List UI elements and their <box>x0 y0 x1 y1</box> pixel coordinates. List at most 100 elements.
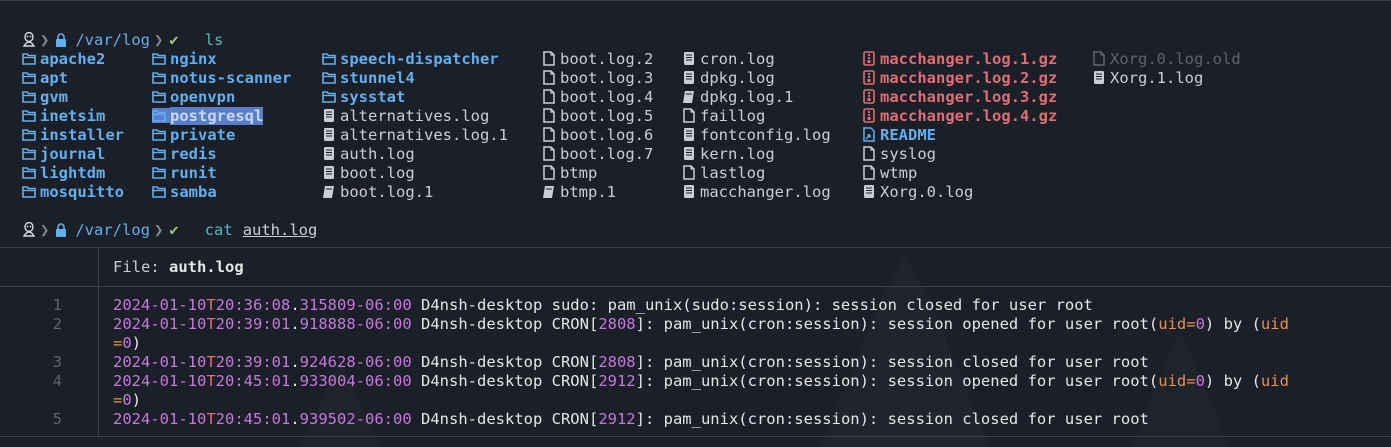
log-token: D4nsh-desktop CRON[ <box>411 353 599 371</box>
ls-entry[interactable]: openvpn <box>152 87 291 106</box>
entry-name: auth.log <box>340 144 415 163</box>
ls-entry[interactable]: boot.log.2 <box>542 49 653 68</box>
ls-entry[interactable]: boot.log.6 <box>542 125 653 144</box>
ls-entry[interactable]: alternatives.log.1 <box>322 125 508 144</box>
ls-entry[interactable]: samba <box>152 182 291 201</box>
entry-name: boot.log.7 <box>560 144 654 163</box>
folder-icon <box>152 110 166 122</box>
ls-entry[interactable]: lightdm <box>22 163 124 182</box>
ls-entry[interactable]: dpkg.log.1 <box>682 87 831 106</box>
log-token: ) by ( <box>1204 372 1261 390</box>
chevron-right-icon: ❯ <box>40 30 50 49</box>
entry-name: notus-scanner <box>170 68 292 87</box>
ls-entry[interactable]: fontconfig.log <box>682 125 831 144</box>
log-token: uid <box>1260 372 1289 390</box>
file-icon <box>543 70 555 85</box>
command-argument[interactable]: auth.log <box>243 221 318 239</box>
ls-entry[interactable]: kern.log <box>682 144 831 163</box>
log-token: 0 <box>1195 315 1205 333</box>
ls-entry[interactable]: journal <box>22 144 124 163</box>
ls-entry[interactable]: runit <box>152 163 291 182</box>
ls-entry[interactable]: private <box>152 125 291 144</box>
ls-entry[interactable]: Xorg.0.log <box>862 182 1057 201</box>
archive-icon <box>863 89 875 104</box>
ls-entry[interactable]: lastlog <box>682 163 831 182</box>
ls-entry[interactable]: macchanger.log <box>682 182 831 201</box>
log-token: 939502 <box>299 410 356 428</box>
ls-entry[interactable]: faillog <box>682 106 831 125</box>
ls-entry[interactable]: macchanger.log.3.gz <box>862 87 1057 106</box>
line-number: 2 <box>52 315 62 333</box>
log-token: -06:00 <box>355 410 412 428</box>
ls-entry[interactable]: btmp.1 <box>542 182 653 201</box>
entry-name: README <box>880 125 936 144</box>
ls-entry[interactable]: apache2 <box>22 49 124 68</box>
ls-entry[interactable]: nginx <box>152 49 291 68</box>
ls-column-6: macchanger.log.1.gz macchanger.log.2.gz ma… <box>862 49 1057 201</box>
entry-name: Xorg.0.log.old <box>1110 49 1241 68</box>
ls-entry[interactable]: mosquitto <box>22 182 124 201</box>
entry-icon <box>322 51 340 66</box>
log-token: ) by ( <box>1204 315 1261 333</box>
ls-entry[interactable]: btmp <box>542 163 653 182</box>
ls-entry[interactable]: cron.log <box>682 49 831 68</box>
ls-entry[interactable]: dpkg.log <box>682 68 831 87</box>
log-file-icon <box>684 185 694 198</box>
ls-entry[interactable]: boot.log.1 <box>322 182 508 201</box>
ls-entry[interactable]: redis <box>152 144 291 163</box>
ls-entry[interactable]: postgresql <box>152 106 291 125</box>
ls-entry[interactable]: syslog <box>862 144 1057 163</box>
ls-column-3: speech-dispatcher stunnel4 sysstat alternat… <box>322 49 508 201</box>
ls-entry[interactable]: inetsim <box>22 106 124 125</box>
ls-entry[interactable]: boot.log.3 <box>542 68 653 87</box>
ls-entry[interactable]: sysstat <box>322 87 508 106</box>
ls-entry[interactable]: macchanger.log.2.gz <box>862 68 1057 87</box>
ls-entry[interactable]: installer <box>22 125 124 144</box>
file-icon <box>543 146 555 161</box>
file-icon <box>543 108 555 123</box>
ls-entry[interactable]: auth.log <box>322 144 508 163</box>
log-token: T <box>206 315 216 333</box>
entry-icon <box>152 127 170 142</box>
log-file-icon <box>324 147 334 160</box>
chevron-right-icon: ❯ <box>154 30 164 49</box>
ls-entry[interactable]: boot.log.7 <box>542 144 653 163</box>
log-token: . <box>290 353 300 371</box>
ls-entry[interactable]: stunnel4 <box>322 68 508 87</box>
entry-icon <box>22 51 40 66</box>
ls-entry[interactable]: Xorg.1.log <box>1092 68 1241 87</box>
book-icon <box>543 186 554 198</box>
log-line: =0) <box>113 391 141 409</box>
log-line: 2024-01-10T20:45:01.933004-06:00 D4nsh-d… <box>113 372 1289 390</box>
entry-icon <box>682 108 700 123</box>
log-token: D4nsh-desktop sudo: pam_unix(sudo:sessio… <box>411 296 1093 314</box>
log-token: 2808 <box>598 353 636 371</box>
entry-name: inetsim <box>40 106 106 125</box>
entry-name: macchanger.log.4.gz <box>880 106 1058 125</box>
ls-entry[interactable]: boot.log <box>322 163 508 182</box>
command-text: cat <box>204 220 233 239</box>
ls-entry[interactable]: wtmp <box>862 163 1057 182</box>
log-token: 20:45:01 <box>215 410 291 428</box>
entry-name: openvpn <box>170 87 236 106</box>
ls-entry[interactable]: boot.log.5 <box>542 106 653 125</box>
log-file-icon <box>324 109 334 122</box>
ls-entry[interactable]: macchanger.log.1.gz <box>862 49 1057 68</box>
ls-entry[interactable]: alternatives.log <box>322 106 508 125</box>
ls-entry[interactable]: apt <box>22 68 124 87</box>
ls-entry[interactable]: README <box>862 125 1057 144</box>
ls-entry[interactable]: Xorg.0.log.old <box>1092 49 1241 68</box>
terminal-window[interactable]: ❯ /var/log ❯ ✔ ls apache2 apt gvm inetsim in… <box>0 0 1391 447</box>
log-file-icon <box>684 52 694 65</box>
linux-icon <box>22 222 36 237</box>
log-token: D4nsh-desktop CRON[ <box>411 410 599 428</box>
ls-entry[interactable]: speech-dispatcher <box>322 49 508 68</box>
ls-entry[interactable]: macchanger.log.4.gz <box>862 106 1057 125</box>
ls-entry[interactable]: notus-scanner <box>152 68 291 87</box>
folder-icon <box>22 186 36 198</box>
ls-entry[interactable]: gvm <box>22 87 124 106</box>
ls-entry[interactable]: boot.log.4 <box>542 87 653 106</box>
entry-name: nginx <box>170 49 217 68</box>
entry-icon <box>22 146 40 161</box>
entry-icon <box>542 184 560 199</box>
